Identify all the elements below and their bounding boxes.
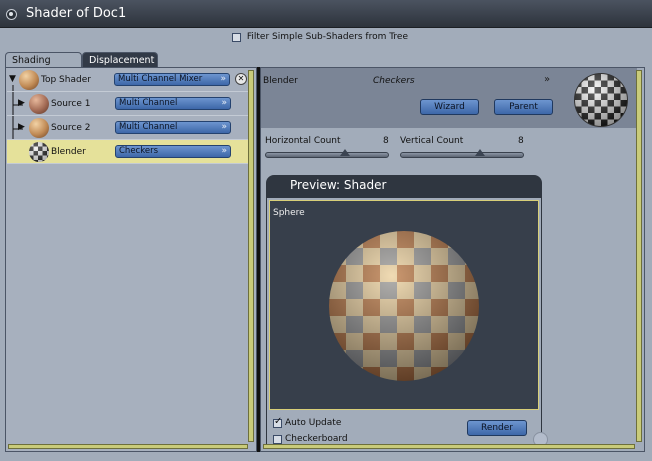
filter-subshaders-label: Filter Simple Sub-Shaders from Tree <box>246 32 408 42</box>
expand-arrow-icon[interactable]: ▶ <box>18 122 25 132</box>
slider-thumb[interactable] <box>340 149 350 156</box>
dropdown-value: Multi Channel Mixer <box>118 74 203 84</box>
window-titlebar: Shader of Doc1 <box>0 0 652 28</box>
vertical-count-label: Vertical Count <box>400 136 464 146</box>
horizontal-count-label: Horizontal Count <box>265 136 341 146</box>
auto-update-option[interactable]: Auto Update <box>273 416 342 429</box>
detail-horizontal-scrollbar[interactable] <box>263 444 635 449</box>
chevron-down-icon[interactable]: » <box>544 74 550 85</box>
horizontal-count-slider[interactable] <box>265 149 389 158</box>
render-button[interactable]: Render <box>467 420 527 436</box>
trash-icon[interactable]: ✕ <box>235 73 247 85</box>
tree-item-source-2[interactable]: ▶ Source 2 Multi Channel » <box>7 116 249 140</box>
tree-item-label: Source 1 <box>51 99 91 109</box>
tree-horizontal-scrollbar[interactable] <box>8 444 248 449</box>
vertical-count-value: 8 <box>518 136 524 146</box>
filter-subshaders-checkbox[interactable] <box>232 32 241 42</box>
tab-displacement[interactable]: Displacement <box>82 52 158 68</box>
shader-header: Blender Checkers » Wizard Parent <box>261 68 637 128</box>
tree-item-top-shader[interactable]: ▼ Top Shader Multi Channel Mixer » ✕ <box>7 68 249 92</box>
shader-detail-panel: Blender Checkers » Wizard Parent Horizon… <box>260 67 645 452</box>
horizontal-count-value: 8 <box>383 136 389 146</box>
shader-type-dropdown[interactable]: Multi Channel Mixer » <box>114 73 230 86</box>
checkerboard-label: Checkerboard <box>285 434 348 444</box>
shader-thumbnail-icon <box>29 142 49 162</box>
auto-update-label: Auto Update <box>285 418 342 428</box>
shader-thumbnail-icon <box>29 94 49 114</box>
selected-shader-type: Checkers <box>373 76 415 86</box>
shader-type-dropdown[interactable]: Checkers » <box>115 145 231 158</box>
tree-item-label: Blender <box>51 147 86 157</box>
shader-type-dropdown[interactable]: Multi Channel » <box>115 121 231 134</box>
render-viewport[interactable]: Sphere <box>269 200 539 410</box>
tree-item-source-1[interactable]: ▶ Source 1 Multi Channel » <box>7 92 249 116</box>
selected-shader-name: Blender <box>263 76 298 86</box>
wizard-button[interactable]: Wizard <box>420 99 479 115</box>
preview-body: Sphere Auto Update Checkerboard Render <box>266 197 548 449</box>
vertical-count-slider[interactable] <box>400 149 524 158</box>
dropdown-value: Multi Channel <box>119 98 178 108</box>
checkerboard-option[interactable]: Checkerboard <box>273 434 348 445</box>
chevron-down-icon: » <box>220 74 226 84</box>
checkerboard-checkbox[interactable] <box>273 434 282 444</box>
detail-vertical-scrollbar[interactable] <box>636 70 642 442</box>
chevron-down-icon: » <box>221 122 227 132</box>
auto-update-checkbox[interactable] <box>273 416 282 428</box>
slider-thumb[interactable] <box>475 149 485 156</box>
preview-title[interactable]: Preview: Shader <box>266 175 542 197</box>
window-title: Shader of Doc1 <box>26 6 127 21</box>
shader-thumbnail-icon <box>19 70 39 90</box>
parent-button[interactable]: Parent <box>494 99 553 115</box>
tree-item-label: Source 2 <box>51 123 91 133</box>
filter-subshaders-row[interactable]: Filter Simple Sub-Shaders from Tree <box>232 32 408 44</box>
tree-vertical-scrollbar[interactable] <box>248 70 254 442</box>
chevron-down-icon: » <box>221 98 227 108</box>
dropdown-value: Multi Channel <box>119 122 178 132</box>
chevron-down-icon: » <box>221 146 227 156</box>
rendered-sphere <box>329 231 479 381</box>
shader-type-dropdown[interactable]: Multi Channel » <box>115 97 231 110</box>
preview-window: Preview: Shader Sphere Auto Update Check… <box>266 175 548 449</box>
close-icon[interactable] <box>6 9 17 20</box>
tree-item-label: Top Shader <box>41 75 91 85</box>
checker-sphere-thumbnail <box>574 73 628 127</box>
tree-item-blender[interactable]: Blender Checkers » <box>7 140 249 164</box>
expand-arrow-icon[interactable]: ▶ <box>18 98 25 108</box>
shader-thumbnail-icon <box>29 118 49 138</box>
expand-arrow-icon[interactable]: ▼ <box>9 74 16 84</box>
dropdown-value: Checkers <box>119 146 158 156</box>
tab-shading[interactable]: Shading <box>5 52 82 68</box>
preview-object-label: Sphere <box>273 208 305 218</box>
shader-tree-panel: ▼ Top Shader Multi Channel Mixer » ✕ ▶ S… <box>5 67 257 452</box>
